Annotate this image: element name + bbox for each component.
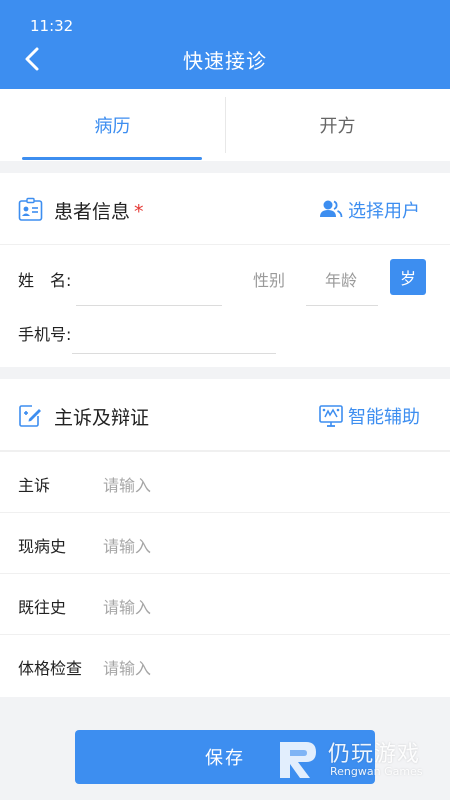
past-history-label: 既往史	[18, 598, 67, 617]
users-icon	[320, 200, 343, 218]
chief-complaint-input[interactable]: 请输入	[103, 472, 151, 496]
present-illness-input[interactable]: 请输入	[103, 533, 151, 557]
name-label: 姓 名:	[18, 271, 72, 290]
watermark: 仍玩游戏 Rengwan Games	[276, 734, 436, 784]
phone-input[interactable]	[72, 353, 276, 354]
present-illness-label: 现病史	[18, 537, 67, 556]
patient-info-header: 患者信息 * 选择用户	[0, 173, 450, 245]
smart-assist-label: 智能辅助	[348, 407, 420, 428]
smart-assist-icon	[319, 405, 343, 427]
patient-info-card: 患者信息 * 选择用户 姓 名: 性别 年龄 岁 手机号:	[0, 173, 450, 367]
status-time: 11:32	[30, 17, 74, 35]
select-user-label: 选择用户	[348, 201, 420, 222]
tab-medical-record[interactable]: 病历	[0, 89, 225, 161]
tab-bar: 病历 开方	[0, 89, 450, 161]
watermark-name-cn: 仍玩游戏	[328, 742, 421, 767]
patient-info-title-text: 患者信息	[54, 201, 131, 223]
physical-exam-input[interactable]: 请输入	[103, 655, 151, 679]
complaint-card: 主诉及辩证 智能辅助 主诉 请输入 现病史 请输入 既往史 请输入 体格检查 请…	[0, 379, 450, 697]
past-history-input[interactable]: 请输入	[103, 594, 151, 618]
complaint-header: 主诉及辩证 智能辅助	[0, 379, 450, 451]
watermark-name-en: Rengwan Games	[330, 765, 423, 778]
present-illness-row[interactable]: 现病史 请输入	[0, 512, 450, 573]
chief-complaint-label: 主诉	[18, 476, 51, 495]
physical-exam-label: 体格检查	[18, 659, 83, 678]
tab-prescription[interactable]: 开方	[225, 89, 450, 161]
smart-assist-button[interactable]: 智能辅助	[318, 403, 420, 429]
required-mark: *	[134, 201, 144, 223]
id-card-icon	[18, 197, 43, 221]
chief-complaint-row[interactable]: 主诉 请输入	[0, 451, 450, 512]
edit-note-icon	[19, 405, 41, 427]
age-input-underline	[306, 305, 378, 306]
past-history-row[interactable]: 既往史 请输入	[0, 573, 450, 634]
active-tab-indicator	[22, 157, 202, 160]
name-input[interactable]	[76, 305, 222, 306]
rengwan-logo-icon	[280, 742, 316, 778]
select-user-button[interactable]: 选择用户	[318, 197, 420, 223]
complaint-title: 主诉及辩证	[54, 407, 150, 429]
age-unit-button[interactable]: 岁	[390, 259, 426, 295]
physical-exam-row[interactable]: 体格检查 请输入	[0, 634, 450, 695]
age-input[interactable]: 年龄	[325, 267, 357, 291]
page-title: 快速接诊	[183, 49, 267, 73]
patient-info-title: 患者信息 *	[54, 197, 144, 224]
app-header: 11:32 快速接诊	[0, 0, 450, 89]
gender-select[interactable]: 性别	[253, 267, 285, 291]
phone-label: 手机号:	[18, 325, 72, 344]
